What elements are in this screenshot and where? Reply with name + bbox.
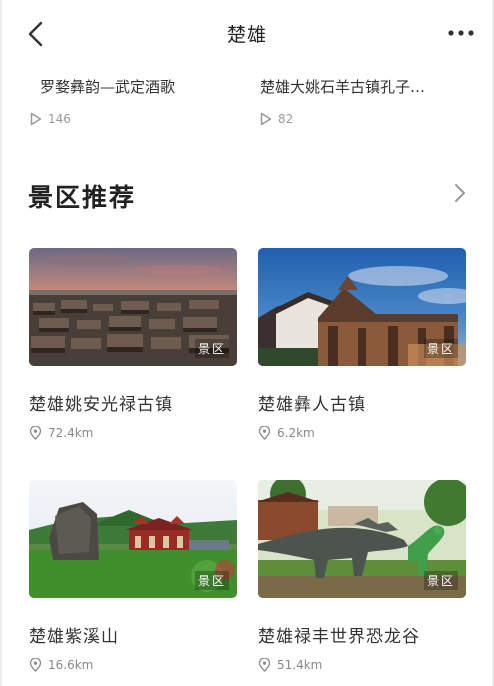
chevron-right-icon (455, 184, 465, 202)
video-item-title[interactable]: 罗婺彝韵—武定酒歌 (40, 76, 230, 97)
video-item-title[interactable]: 楚雄大姚石羊古镇孔子… (260, 76, 460, 97)
video-item-plays: 82 (260, 112, 293, 126)
scenic-tag: 景区 (423, 571, 458, 590)
scenic-card-name[interactable]: 楚雄禄丰世界恐龙谷 (258, 622, 420, 647)
location-pin-icon (29, 426, 42, 440)
distance-text: 51.4km (277, 658, 323, 672)
scenic-tag: 景区 (194, 339, 229, 358)
page-title: 楚雄 (226, 24, 267, 46)
scenic-card-name[interactable]: 楚雄彝人古镇 (258, 390, 366, 415)
scenic-card-image[interactable]: 景区 (29, 248, 237, 366)
scenic-card-image[interactable]: 景区 (29, 480, 237, 598)
play-icon (30, 112, 42, 126)
video-item-plays: 146 (30, 112, 71, 126)
scenic-card-image[interactable]: 景区 (258, 480, 466, 598)
scenic-card-distance: 51.4km (258, 658, 322, 672)
distance-text: 72.4km (48, 426, 94, 440)
scenic-card-distance: 16.6km (29, 658, 93, 672)
more-dots-icon (448, 30, 474, 36)
scenic-card-distance: 6.2km (258, 426, 315, 440)
top-bar: 楚雄 (0, 0, 494, 68)
scenic-card-name[interactable]: 楚雄紫溪山 (29, 622, 119, 647)
distance-text: 16.6km (48, 658, 94, 672)
scenic-tag: 景区 (194, 571, 229, 590)
section-title: 景区推荐 (28, 183, 137, 212)
scenic-card-image[interactable]: 景区 (258, 248, 466, 366)
play-count: 146 (48, 112, 71, 126)
distance-text: 6.2km (277, 426, 315, 440)
play-count: 82 (278, 112, 294, 126)
location-pin-icon (258, 426, 271, 440)
scenic-tag: 景区 (423, 339, 458, 358)
section-more-button[interactable] (452, 182, 468, 204)
play-icon (260, 112, 272, 126)
location-pin-icon (29, 658, 42, 672)
scenic-card-distance: 72.4km (29, 426, 93, 440)
location-pin-icon (258, 658, 271, 672)
more-button[interactable] (446, 24, 476, 42)
scenic-card-name[interactable]: 楚雄姚安光禄古镇 (29, 390, 173, 415)
